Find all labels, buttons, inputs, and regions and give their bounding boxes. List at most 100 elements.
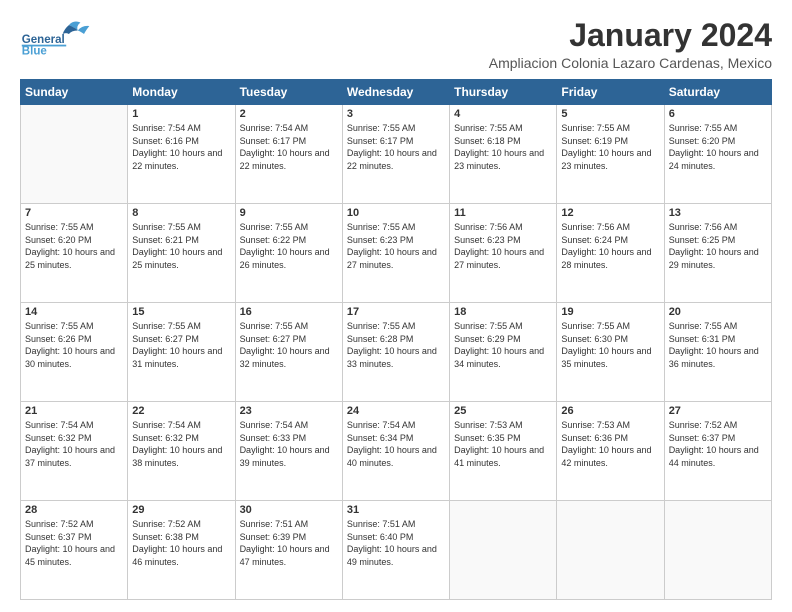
cell-info: Sunrise: 7:55 AMSunset: 6:23 PMDaylight:… bbox=[347, 221, 445, 271]
header-row: SundayMondayTuesdayWednesdayThursdayFrid… bbox=[21, 80, 772, 105]
day-cell: 28 Sunrise: 7:52 AMSunset: 6:37 PMDayligh… bbox=[21, 501, 128, 600]
day-number: 18 bbox=[454, 306, 552, 318]
cell-info: Sunrise: 7:55 AMSunset: 6:28 PMDaylight:… bbox=[347, 320, 445, 370]
title-section: January 2024 Ampliacion Colonia Lazaro C… bbox=[489, 18, 772, 71]
day-number: 17 bbox=[347, 306, 445, 318]
cell-info: Sunrise: 7:54 AMSunset: 6:34 PMDaylight:… bbox=[347, 419, 445, 469]
cell-info: Sunrise: 7:55 AMSunset: 6:22 PMDaylight:… bbox=[240, 221, 338, 271]
day-cell: 25Sunrise: 7:53 AMSunset: 6:35 PMDayligh… bbox=[450, 402, 557, 501]
day-number: 8 bbox=[132, 207, 230, 219]
cell-info: Sunrise: 7:55 AMSunset: 6:17 PMDaylight:… bbox=[347, 122, 445, 172]
cell-info: Sunrise: 7:55 AMSunset: 6:20 PMDaylight:… bbox=[669, 122, 767, 172]
day-cell: 8 Sunrise: 7:55 AMSunset: 6:21 PMDaylight… bbox=[128, 204, 235, 303]
col-header-saturday: Saturday bbox=[664, 80, 771, 105]
col-header-monday: Monday bbox=[128, 80, 235, 105]
day-number: 3 bbox=[347, 108, 445, 120]
day-number: 15 bbox=[132, 306, 230, 318]
col-header-wednesday: Wednesday bbox=[342, 80, 449, 105]
day-number: 11 bbox=[454, 207, 552, 219]
day-cell: 19 Sunrise: 7:55 AMSunset: 6:30 PMDayligh… bbox=[557, 303, 664, 402]
week-row-1: 7 Sunrise: 7:55 AMSunset: 6:20 PMDaylight… bbox=[21, 204, 772, 303]
day-cell: 15 Sunrise: 7:55 AMSunset: 6:27 PMDayligh… bbox=[128, 303, 235, 402]
day-number: 6 bbox=[669, 108, 767, 120]
day-number: 4 bbox=[454, 108, 552, 120]
day-number: 16 bbox=[240, 306, 338, 318]
week-row-2: 14 Sunrise: 7:55 AMSunset: 6:26 PMDayligh… bbox=[21, 303, 772, 402]
day-number: 22 bbox=[132, 405, 230, 417]
day-number: 21 bbox=[25, 405, 123, 417]
page: General Blue January 2024 Ampliacion Col… bbox=[0, 0, 792, 612]
cell-info: Sunrise: 7:55 AMSunset: 6:29 PMDaylight:… bbox=[454, 320, 552, 370]
day-number: 10 bbox=[347, 207, 445, 219]
cell-info: Sunrise: 7:52 AMSunset: 6:38 PMDaylight:… bbox=[132, 518, 230, 568]
day-number: 7 bbox=[25, 207, 123, 219]
day-cell: 18 Sunrise: 7:55 AMSunset: 6:29 PMDayligh… bbox=[450, 303, 557, 402]
day-cell: 6 Sunrise: 7:55 AMSunset: 6:20 PMDaylight… bbox=[664, 105, 771, 204]
day-cell: 31Sunrise: 7:51 AMSunset: 6:40 PMDayligh… bbox=[342, 501, 449, 600]
logo: General Blue bbox=[20, 18, 100, 58]
cell-info: Sunrise: 7:56 AMSunset: 6:24 PMDaylight:… bbox=[561, 221, 659, 271]
cell-info: Sunrise: 7:52 AMSunset: 6:37 PMDaylight:… bbox=[669, 419, 767, 469]
day-number: 30 bbox=[240, 504, 338, 516]
day-cell: 17 Sunrise: 7:55 AMSunset: 6:28 PMDayligh… bbox=[342, 303, 449, 402]
cell-info: Sunrise: 7:54 AMSunset: 6:33 PMDaylight:… bbox=[240, 419, 338, 469]
svg-text:Blue: Blue bbox=[22, 45, 48, 57]
day-number: 28 bbox=[25, 504, 123, 516]
day-cell bbox=[21, 105, 128, 204]
calendar-table: SundayMondayTuesdayWednesdayThursdayFrid… bbox=[20, 79, 772, 600]
day-cell: 3 Sunrise: 7:55 AMSunset: 6:17 PMDaylight… bbox=[342, 105, 449, 204]
week-row-3: 21 Sunrise: 7:54 AMSunset: 6:32 PMDayligh… bbox=[21, 402, 772, 501]
day-cell: 12 Sunrise: 7:56 AMSunset: 6:24 PMDayligh… bbox=[557, 204, 664, 303]
col-header-friday: Friday bbox=[557, 80, 664, 105]
cell-info: Sunrise: 7:54 AMSunset: 6:32 PMDaylight:… bbox=[132, 419, 230, 469]
cell-info: Sunrise: 7:55 AMSunset: 6:18 PMDaylight:… bbox=[454, 122, 552, 172]
day-cell bbox=[450, 501, 557, 600]
day-cell: 11 Sunrise: 7:56 AMSunset: 6:23 PMDayligh… bbox=[450, 204, 557, 303]
cell-info: Sunrise: 7:54 AMSunset: 6:17 PMDaylight:… bbox=[240, 122, 338, 172]
day-number: 26 bbox=[561, 405, 659, 417]
cell-info: Sunrise: 7:55 AMSunset: 6:27 PMDaylight:… bbox=[132, 320, 230, 370]
cell-info: Sunrise: 7:55 AMSunset: 6:31 PMDaylight:… bbox=[669, 320, 767, 370]
cell-info: Sunrise: 7:55 AMSunset: 6:20 PMDaylight:… bbox=[25, 221, 123, 271]
day-number: 19 bbox=[561, 306, 659, 318]
day-number: 14 bbox=[25, 306, 123, 318]
day-number: 29 bbox=[132, 504, 230, 516]
cell-info: Sunrise: 7:55 AMSunset: 6:26 PMDaylight:… bbox=[25, 320, 123, 370]
day-cell: 14 Sunrise: 7:55 AMSunset: 6:26 PMDayligh… bbox=[21, 303, 128, 402]
cell-info: Sunrise: 7:56 AMSunset: 6:23 PMDaylight:… bbox=[454, 221, 552, 271]
day-cell: 20Sunrise: 7:55 AMSunset: 6:31 PMDayligh… bbox=[664, 303, 771, 402]
day-number: 2 bbox=[240, 108, 338, 120]
header: General Blue January 2024 Ampliacion Col… bbox=[20, 18, 772, 71]
day-cell bbox=[557, 501, 664, 600]
cell-info: Sunrise: 7:55 AMSunset: 6:30 PMDaylight:… bbox=[561, 320, 659, 370]
cell-info: Sunrise: 7:55 AMSunset: 6:21 PMDaylight:… bbox=[132, 221, 230, 271]
day-cell: 7 Sunrise: 7:55 AMSunset: 6:20 PMDaylight… bbox=[21, 204, 128, 303]
subtitle: Ampliacion Colonia Lazaro Cardenas, Mexi… bbox=[489, 55, 772, 71]
day-number: 9 bbox=[240, 207, 338, 219]
day-cell: 29 Sunrise: 7:52 AMSunset: 6:38 PMDayligh… bbox=[128, 501, 235, 600]
day-number: 1 bbox=[132, 108, 230, 120]
day-number: 23 bbox=[240, 405, 338, 417]
cell-info: Sunrise: 7:52 AMSunset: 6:37 PMDaylight:… bbox=[25, 518, 123, 568]
week-row-0: 1Sunrise: 7:54 AMSunset: 6:16 PMDaylight… bbox=[21, 105, 772, 204]
day-cell: 21 Sunrise: 7:54 AMSunset: 6:32 PMDayligh… bbox=[21, 402, 128, 501]
day-cell: 1Sunrise: 7:54 AMSunset: 6:16 PMDaylight… bbox=[128, 105, 235, 204]
day-number: 5 bbox=[561, 108, 659, 120]
week-row-4: 28 Sunrise: 7:52 AMSunset: 6:37 PMDayligh… bbox=[21, 501, 772, 600]
day-cell: 23 Sunrise: 7:54 AMSunset: 6:33 PMDayligh… bbox=[235, 402, 342, 501]
day-cell: 30Sunrise: 7:51 AMSunset: 6:39 PMDayligh… bbox=[235, 501, 342, 600]
day-number: 24 bbox=[347, 405, 445, 417]
day-number: 13 bbox=[669, 207, 767, 219]
col-header-sunday: Sunday bbox=[21, 80, 128, 105]
day-number: 12 bbox=[561, 207, 659, 219]
day-cell: 10 Sunrise: 7:55 AMSunset: 6:23 PMDayligh… bbox=[342, 204, 449, 303]
day-cell: 9 Sunrise: 7:55 AMSunset: 6:22 PMDaylight… bbox=[235, 204, 342, 303]
day-number: 31 bbox=[347, 504, 445, 516]
cell-info: Sunrise: 7:53 AMSunset: 6:36 PMDaylight:… bbox=[561, 419, 659, 469]
day-cell: 22 Sunrise: 7:54 AMSunset: 6:32 PMDayligh… bbox=[128, 402, 235, 501]
cell-info: Sunrise: 7:54 AMSunset: 6:32 PMDaylight:… bbox=[25, 419, 123, 469]
day-cell: 2 Sunrise: 7:54 AMSunset: 6:17 PMDaylight… bbox=[235, 105, 342, 204]
cell-info: Sunrise: 7:53 AMSunset: 6:35 PMDaylight:… bbox=[454, 419, 552, 469]
day-cell: 26 Sunrise: 7:53 AMSunset: 6:36 PMDayligh… bbox=[557, 402, 664, 501]
day-cell: 4 Sunrise: 7:55 AMSunset: 6:18 PMDaylight… bbox=[450, 105, 557, 204]
